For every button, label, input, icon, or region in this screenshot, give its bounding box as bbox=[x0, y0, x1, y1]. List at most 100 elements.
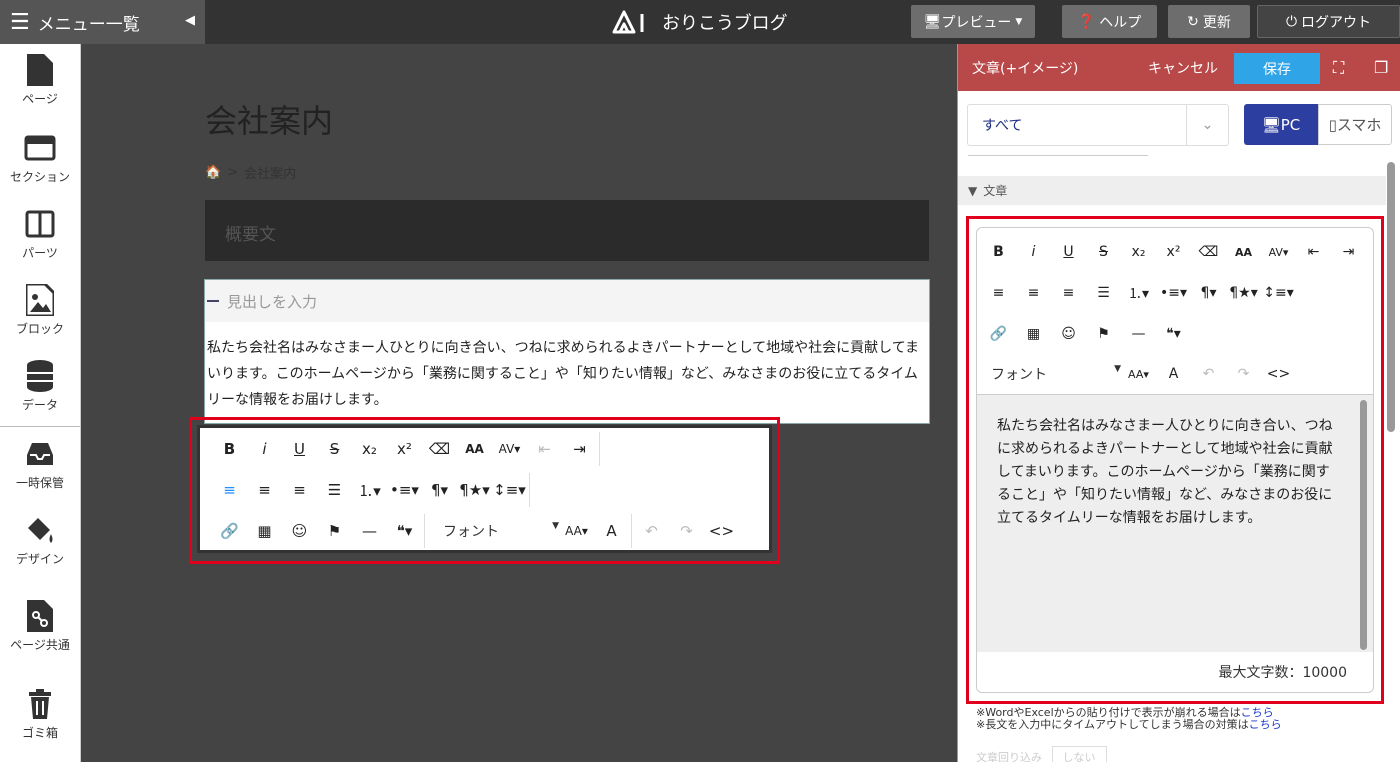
strikethrough-button[interactable]: S bbox=[317, 434, 352, 464]
underline-button[interactable]: U bbox=[282, 434, 317, 464]
font-family-select[interactable]: フォント ▼ bbox=[981, 364, 1121, 384]
sidebar-item-design[interactable]: デザイン bbox=[0, 514, 80, 567]
font-family-select[interactable]: フォント ▼ bbox=[427, 521, 559, 541]
quote-button[interactable]: ❝▾ bbox=[1156, 319, 1191, 349]
device-phone-button[interactable]: ▯ スマホ bbox=[1318, 104, 1392, 145]
popout-icon[interactable]: ❐ bbox=[1374, 58, 1388, 77]
bold-button[interactable]: B bbox=[981, 237, 1016, 267]
indent-button[interactable]: ⇥ bbox=[1331, 237, 1366, 267]
font-size-icon[interactable]: AA bbox=[457, 434, 492, 464]
cancel-button[interactable]: キャンセル bbox=[1148, 58, 1218, 78]
sidebar-item-section[interactable]: セクション bbox=[0, 132, 80, 185]
font-size-select[interactable]: AA▾ bbox=[559, 516, 594, 546]
sidebar-item-data[interactable]: データ bbox=[0, 360, 80, 413]
section-header[interactable]: ▼ 文章 bbox=[958, 176, 1386, 205]
panel-scrollbar[interactable] bbox=[1387, 162, 1395, 432]
flag-icon[interactable]: ⚑ bbox=[317, 516, 352, 546]
redo-button[interactable]: ↷ bbox=[669, 516, 704, 546]
strikethrough-button[interactable]: S bbox=[1086, 237, 1121, 267]
align-left-button[interactable]: ≡ bbox=[212, 475, 247, 505]
fullscreen-icon[interactable]: ⛶ bbox=[1333, 58, 1344, 78]
sidebar-item-parts[interactable]: パーツ bbox=[0, 208, 80, 261]
hamburger-icon: ☰ bbox=[10, 9, 30, 35]
subscript-button[interactable]: x₂ bbox=[1121, 237, 1156, 267]
undo-button[interactable]: ↶ bbox=[634, 516, 669, 546]
preview-button[interactable]: 🖥 プレビュー ▼ bbox=[911, 5, 1035, 38]
horizontal-rule-button[interactable]: — bbox=[1121, 319, 1156, 349]
clear-format-icon[interactable]: ⌫ bbox=[422, 434, 457, 464]
code-view-button[interactable]: <> bbox=[704, 516, 739, 546]
editor-scrollbar[interactable] bbox=[1360, 400, 1367, 650]
block-body-text[interactable]: 私たち会社名はみなさまー人ひとりに向き合い、つねに求められるよきパートナーとして… bbox=[205, 322, 929, 413]
note-link[interactable]: こちら bbox=[1249, 718, 1282, 731]
justify-button[interactable]: ☰ bbox=[317, 475, 352, 505]
link-icon[interactable]: 🔗 bbox=[212, 516, 247, 546]
table-icon[interactable]: ▦ bbox=[1016, 319, 1051, 349]
sidebar-item-temp-storage[interactable]: 一時保管 bbox=[0, 438, 80, 491]
line-height-button[interactable]: ↕≡▾ bbox=[1261, 278, 1296, 308]
quote-button[interactable]: ❝▾ bbox=[387, 516, 422, 546]
bold-button[interactable]: B bbox=[212, 434, 247, 464]
logout-button[interactable]: ⏻ ログアウト bbox=[1257, 5, 1400, 38]
flag-icon[interactable]: ⚑ bbox=[1086, 319, 1121, 349]
emoji-icon[interactable]: ☺ bbox=[282, 516, 317, 546]
summary-block[interactable]: 概要文 bbox=[205, 200, 929, 261]
line-height-button[interactable]: ↕≡▾ bbox=[492, 475, 527, 505]
device-pc-button[interactable]: 🖥 PC bbox=[1244, 104, 1318, 145]
paragraph-format-button[interactable]: ¶▾ bbox=[1191, 278, 1226, 308]
bullet-list-button[interactable]: •≡▾ bbox=[387, 475, 422, 505]
text-color-icon[interactable]: A bbox=[1156, 359, 1191, 389]
bullet-list-button[interactable]: •≡▾ bbox=[1156, 278, 1191, 308]
outdent-button[interactable]: ⇤ bbox=[527, 434, 562, 464]
text-block[interactable]: 見出しを入力 私たち会社名はみなさまー人ひとりに向き合い、つねに求められるよきパ… bbox=[204, 279, 930, 424]
paragraph-style-button[interactable]: ¶★▾ bbox=[1226, 278, 1261, 308]
align-right-button[interactable]: ≡ bbox=[1051, 278, 1086, 308]
ordered-list-button[interactable]: ⒈▾ bbox=[352, 475, 387, 505]
sidebar-item-trash[interactable]: ゴミ箱 bbox=[0, 688, 80, 741]
letter-spacing-button[interactable]: AV▾ bbox=[1261, 237, 1296, 267]
subscript-button[interactable]: x₂ bbox=[352, 434, 387, 464]
menu-toggle[interactable]: ☰ メニュー一覧 ◀ bbox=[0, 0, 205, 44]
align-left-button[interactable]: ≡ bbox=[981, 278, 1016, 308]
editor-content[interactable]: 私たち会社名はみなさまー人ひとりに向き合い、つねに求められるよきパートナーとして… bbox=[977, 394, 1373, 652]
font-size-icon[interactable]: AA bbox=[1226, 237, 1261, 267]
horizontal-rule-button[interactable]: — bbox=[352, 516, 387, 546]
outdent-button[interactable]: ⇤ bbox=[1296, 237, 1331, 267]
heading-input[interactable]: 見出しを入力 bbox=[205, 280, 929, 322]
undo-button[interactable]: ↶ bbox=[1191, 359, 1226, 389]
update-button[interactable]: ↻ 更新 bbox=[1168, 5, 1250, 38]
filter-select[interactable]: すべて ⌄ bbox=[967, 104, 1229, 146]
italic-button[interactable]: i bbox=[247, 434, 282, 464]
database-icon bbox=[24, 360, 56, 392]
paragraph-format-button[interactable]: ¶▾ bbox=[422, 475, 457, 505]
paragraph-style-button[interactable]: ¶★▾ bbox=[457, 475, 492, 505]
redo-button[interactable]: ↷ bbox=[1226, 359, 1261, 389]
sidebar-item-block[interactable]: ブロック bbox=[0, 284, 80, 337]
help-button[interactable]: ❓ ヘルプ bbox=[1062, 5, 1157, 38]
superscript-button[interactable]: x² bbox=[387, 434, 422, 464]
superscript-button[interactable]: x² bbox=[1156, 237, 1191, 267]
wrap-select[interactable]: しない bbox=[1051, 746, 1107, 762]
justify-button[interactable]: ☰ bbox=[1086, 278, 1121, 308]
text-color-icon[interactable]: A bbox=[594, 516, 629, 546]
letter-spacing-button[interactable]: AV▾ bbox=[492, 434, 527, 464]
sidebar-item-shared-page[interactable]: ページ共通 bbox=[0, 600, 80, 653]
underline-button[interactable]: U bbox=[1051, 237, 1086, 267]
table-icon[interactable]: ▦ bbox=[247, 516, 282, 546]
home-icon[interactable]: 🏠 bbox=[205, 165, 221, 180]
code-view-button[interactable]: <> bbox=[1261, 359, 1296, 389]
toolbar-divider bbox=[631, 514, 632, 548]
align-center-button[interactable]: ≡ bbox=[247, 475, 282, 505]
emoji-icon[interactable]: ☺ bbox=[1051, 319, 1086, 349]
save-button[interactable]: 保存 bbox=[1234, 53, 1320, 84]
ordered-list-button[interactable]: ⒈▾ bbox=[1121, 278, 1156, 308]
collapse-arrow-icon[interactable]: ◀ bbox=[185, 13, 195, 28]
italic-button[interactable]: i bbox=[1016, 237, 1051, 267]
link-icon[interactable]: 🔗 bbox=[981, 319, 1016, 349]
align-right-button[interactable]: ≡ bbox=[282, 475, 317, 505]
indent-button[interactable]: ⇥ bbox=[562, 434, 597, 464]
align-center-button[interactable]: ≡ bbox=[1016, 278, 1051, 308]
font-size-select[interactable]: AA▾ bbox=[1121, 359, 1156, 389]
clear-format-icon[interactable]: ⌫ bbox=[1191, 237, 1226, 267]
sidebar-item-page[interactable]: ページ bbox=[0, 54, 80, 107]
